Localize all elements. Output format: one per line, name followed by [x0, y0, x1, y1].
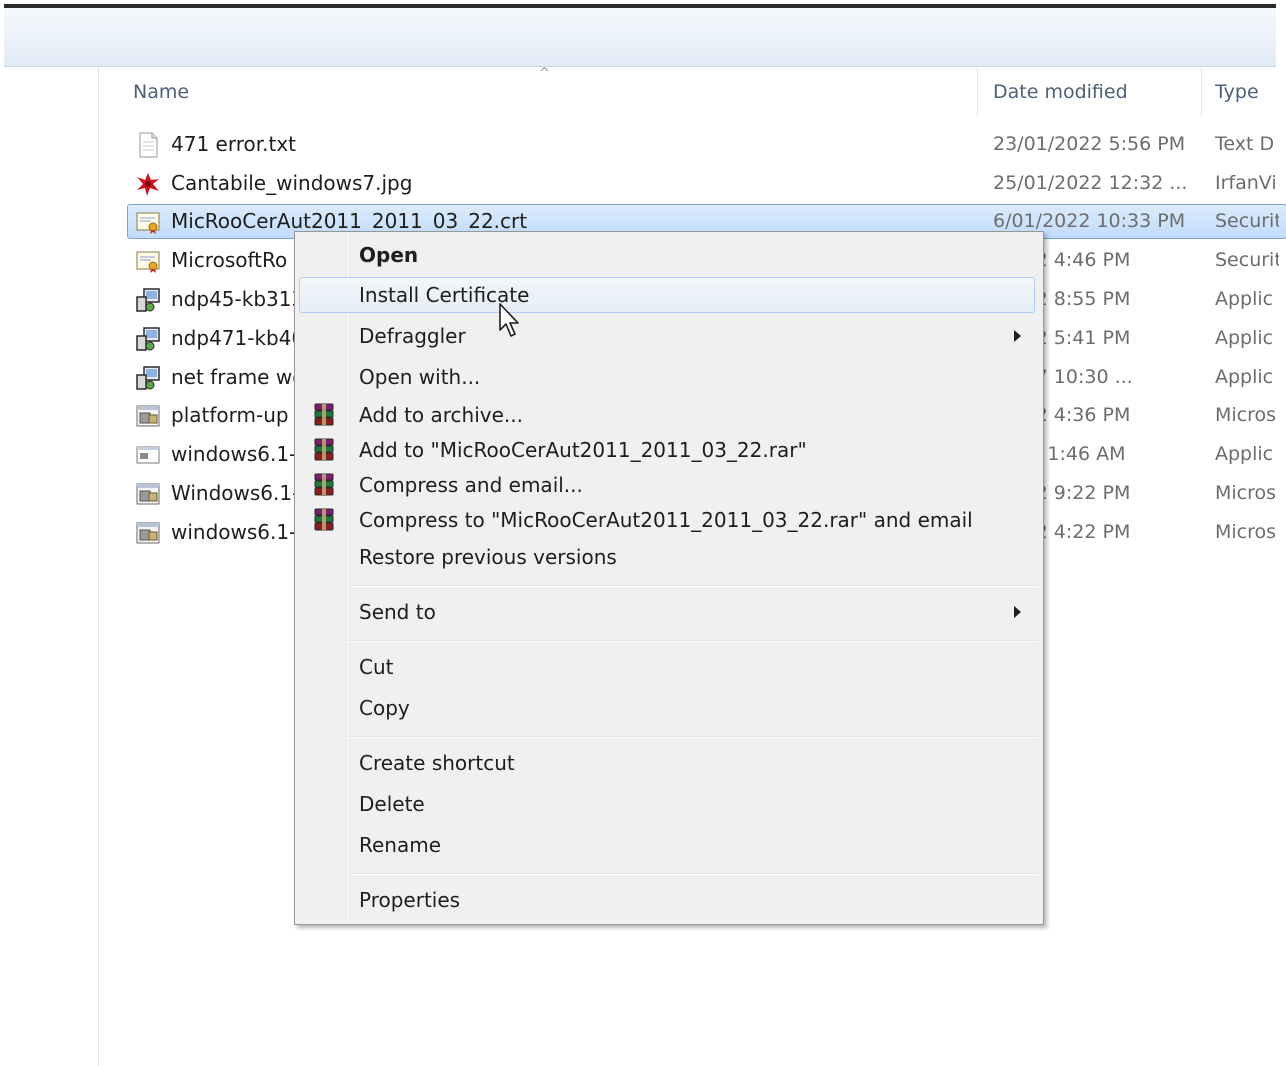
- menu-item-add-to-archive[interactable]: Add to archive...: [297, 396, 1039, 434]
- menu-item-label: Cut: [359, 655, 394, 679]
- file-name: Cantabile_windows7.jpg: [171, 171, 413, 195]
- file-type: Securit: [1215, 210, 1279, 232]
- file-type: Applic: [1215, 327, 1274, 349]
- update-package-icon: [136, 483, 160, 505]
- file-type: IrfanVi: [1215, 172, 1277, 194]
- file-name: 471 error.txt: [171, 132, 296, 156]
- installer-icon: [136, 327, 160, 351]
- menu-item-label: Rename: [359, 833, 442, 857]
- file-name: net frame wo: [171, 365, 305, 389]
- menu-item-create-shortcut[interactable]: Create shortcut: [297, 744, 1039, 782]
- menu-item-cut[interactable]: Cut: [297, 648, 1039, 686]
- file-date: 25/01/2022 12:32 ...: [993, 172, 1188, 194]
- winrar-icon: [314, 438, 334, 461]
- certificate-icon: [136, 251, 160, 273]
- menu-item-label: Compress and email...: [359, 473, 583, 497]
- file-name: windows6.1-: [171, 442, 297, 466]
- submenu-arrow-icon: [1014, 330, 1021, 342]
- winrar-icon: [314, 403, 334, 426]
- column-header-date-modified[interactable]: Date modified: [981, 67, 1201, 117]
- mouse-pointer-icon: [499, 303, 519, 337]
- file-row[interactable]: Cantabile_windows7.jpg 25/01/2022 12:32 …: [99, 165, 1279, 202]
- file-type: Applic: [1215, 366, 1274, 388]
- file-row[interactable]: 471 error.txt 23/01/2022 5:56 PM Text D: [99, 126, 1279, 163]
- column-divider[interactable]: [1201, 67, 1202, 117]
- application-icon: [136, 446, 160, 464]
- submenu-arrow-icon: [1014, 606, 1021, 618]
- menu-item-send-to[interactable]: Send to: [297, 593, 1039, 631]
- column-divider[interactable]: [977, 67, 978, 117]
- menu-item-label: Restore previous versions: [359, 545, 617, 569]
- sort-ascending-icon: ^: [539, 66, 550, 81]
- menu-item-delete[interactable]: Delete: [297, 785, 1039, 823]
- menu-item-open-with[interactable]: Open with...: [297, 358, 1039, 396]
- file-type: Applic: [1215, 288, 1274, 310]
- menu-separator: [349, 736, 1037, 738]
- file-name: ndp45-kb313: [171, 287, 305, 311]
- menu-separator: [349, 873, 1037, 875]
- explorer-toolbar: [4, 8, 1276, 67]
- column-header-type[interactable]: Type: [1203, 67, 1279, 117]
- menu-item-label: Send to: [359, 600, 436, 624]
- menu-item-compress-to-rar-and-email[interactable]: Compress to "MicRooCerAut2011_2011_03_22…: [297, 501, 1039, 539]
- menu-item-label: Defraggler: [359, 324, 466, 348]
- menu-item-add-to-rar[interactable]: Add to "MicRooCerAut2011_2011_03_22.rar": [297, 431, 1039, 469]
- menu-item-rename[interactable]: Rename: [297, 826, 1039, 864]
- installer-icon: [136, 288, 160, 312]
- irfanview-image-icon: [137, 173, 159, 196]
- file-type: Micros: [1215, 521, 1277, 543]
- file-name: ndp471-kb40: [171, 326, 305, 350]
- context-menu: Open Install Certificate Defraggler Open…: [294, 231, 1044, 925]
- text-file-icon: [139, 132, 158, 158]
- menu-item-copy[interactable]: Copy: [297, 689, 1039, 727]
- menu-item-open[interactable]: Open: [297, 236, 1039, 274]
- menu-item-compress-and-email[interactable]: Compress and email...: [297, 466, 1039, 504]
- menu-item-defraggler[interactable]: Defraggler: [297, 317, 1039, 355]
- file-date: 23/01/2022 5:56 PM: [993, 133, 1186, 155]
- menu-item-label: Copy: [359, 696, 410, 720]
- navigation-pane: [4, 67, 99, 1066]
- menu-item-label: Properties: [359, 888, 461, 912]
- menu-item-label: Compress to "MicRooCerAut2011_2011_03_22…: [359, 508, 973, 532]
- menu-item-install-certificate[interactable]: Install Certificate: [297, 276, 1039, 314]
- menu-item-properties[interactable]: Properties: [297, 881, 1039, 919]
- menu-item-label: Open: [359, 243, 419, 267]
- winrar-icon: [314, 473, 334, 496]
- winrar-icon: [314, 508, 334, 531]
- update-package-icon: [136, 405, 160, 427]
- file-type: Securit: [1215, 249, 1279, 271]
- menu-separator: [349, 585, 1037, 587]
- menu-item-label: Delete: [359, 792, 425, 816]
- file-type: Micros: [1215, 404, 1277, 426]
- menu-item-label: Open with...: [359, 365, 481, 389]
- file-name: Windows6.1-: [171, 481, 300, 505]
- file-type: Text D: [1215, 133, 1275, 155]
- menu-item-label: Add to "MicRooCerAut2011_2011_03_22.rar": [359, 438, 807, 462]
- certificate-icon: [136, 212, 160, 234]
- menu-item-label: Add to archive...: [359, 403, 523, 427]
- update-package-icon: [136, 522, 160, 544]
- file-type: Micros: [1215, 482, 1277, 504]
- installer-icon: [136, 366, 160, 390]
- menu-item-label: Create shortcut: [359, 751, 515, 775]
- menu-separator: [349, 640, 1037, 642]
- file-type: Applic: [1215, 443, 1274, 465]
- column-headers: Name ^ Date modified Type: [99, 67, 1279, 117]
- file-name: MicrosoftRo: [171, 248, 288, 272]
- file-name: platform-up: [171, 403, 289, 427]
- menu-item-restore-previous-versions[interactable]: Restore previous versions: [297, 538, 1039, 576]
- file-name: windows6.1-: [171, 520, 297, 544]
